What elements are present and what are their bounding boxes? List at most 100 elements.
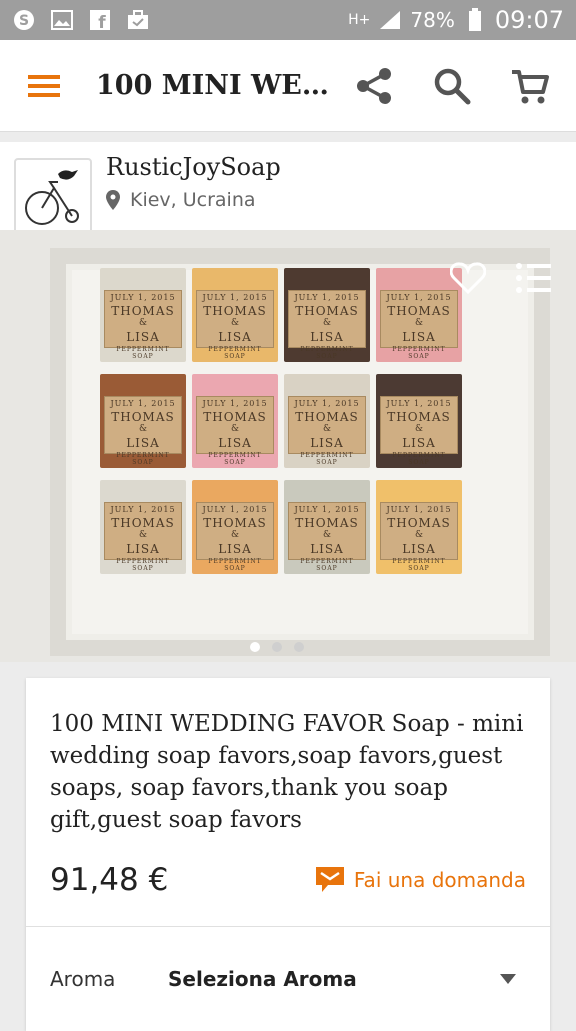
carousel-dot[interactable]	[272, 642, 282, 652]
soap-grid: JULY 1, 2015 THOMAS & LISA PEPPERMINT SOAP JU…	[100, 268, 462, 574]
cart-icon	[512, 69, 549, 103]
page-title: 100 MINI WED…	[96, 70, 336, 101]
shop-header[interactable]: RusticJoySoap Kiev, Ucraina	[0, 142, 576, 236]
soap-label: JULY 1, 2015 THOMAS & LISA PEPPERMINT SOAP	[196, 290, 274, 360]
soap-bar: JULY 1, 2015 THOMAS & LISA PEPPERMINT SOAP	[284, 480, 370, 574]
shop-logo[interactable]	[14, 158, 92, 236]
search-button[interactable]	[422, 56, 482, 116]
cart-button[interactable]	[500, 56, 560, 116]
soap-name-2: LISA	[402, 330, 436, 344]
soap-ampersand: &	[414, 318, 423, 328]
soap-bar: JULY 1, 2015 THOMAS & LISA PEPPERMINT SOAP	[376, 480, 462, 574]
soap-label: JULY 1, 2015 THOMAS & LISA PEPPERMINT SOAP	[104, 396, 182, 466]
soap-date: JULY 1, 2015	[386, 293, 452, 302]
soap-name-2: LISA	[310, 436, 344, 450]
soap-date: JULY 1, 2015	[110, 399, 176, 408]
soap-ampersand: &	[414, 424, 423, 434]
soap-name-2: LISA	[402, 436, 436, 450]
soap-name-2: LISA	[218, 436, 252, 450]
battery-icon	[463, 8, 487, 32]
soap-name-2: LISA	[126, 436, 160, 450]
svg-text:S: S	[19, 13, 29, 29]
soap-ampersand: &	[230, 424, 239, 434]
menu-button[interactable]	[16, 58, 72, 114]
carousel-dots	[250, 642, 304, 652]
soap-subtitle: PEPPERMINT SOAP	[392, 346, 446, 360]
product-card: 100 MINI WEDDING FAVOR Soap - mini weddi…	[26, 678, 550, 1031]
soap-ampersand: &	[138, 424, 147, 434]
battery-level: 78%	[410, 8, 455, 32]
carousel-dot[interactable]	[294, 642, 304, 652]
network-type: H+	[348, 12, 371, 28]
chevron-down-icon	[500, 974, 516, 984]
bicycle-bird-logo-icon	[25, 170, 79, 225]
ask-question-button[interactable]: Fai una domanda	[315, 867, 526, 893]
soap-date: JULY 1, 2015	[202, 505, 268, 514]
carousel-dot[interactable]	[250, 642, 260, 652]
svg-text:f: f	[98, 13, 106, 31]
soap-ampersand: &	[230, 530, 239, 540]
shop-location: Kiev, Ucraina	[106, 189, 281, 211]
hamburger-icon	[28, 74, 60, 97]
gallery-icon	[50, 8, 74, 32]
soap-ampersand: &	[322, 530, 331, 540]
soap-name-2: LISA	[218, 542, 252, 556]
soap-name-2: LISA	[402, 542, 436, 556]
soap-date: JULY 1, 2015	[294, 399, 360, 408]
soap-name-2: LISA	[310, 542, 344, 556]
soap-label: JULY 1, 2015 THOMAS & LISA PEPPERMINT SOAP	[288, 396, 366, 466]
soap-ampersand: &	[138, 318, 147, 328]
soap-date: JULY 1, 2015	[202, 293, 268, 302]
soap-date: JULY 1, 2015	[110, 505, 176, 514]
soap-name-1: THOMAS	[111, 516, 175, 530]
soap-ampersand: &	[414, 530, 423, 540]
favorite-button[interactable]	[448, 258, 488, 298]
soap-label: JULY 1, 2015 THOMAS & LISA PEPPERMINT SOAP	[288, 502, 366, 572]
soap-name-2: LISA	[126, 330, 160, 344]
soap-name-1: THOMAS	[111, 304, 175, 318]
soap-name-1: THOMAS	[111, 410, 175, 424]
product-image-carousel[interactable]: JULY 1, 2015 THOMAS & LISA PEPPERMINT SOAP JU…	[0, 230, 576, 662]
share-button[interactable]	[344, 56, 404, 116]
soap-subtitle: PEPPERMINT SOAP	[208, 346, 262, 360]
soap-label: JULY 1, 2015 THOMAS & LISA PEPPERMINT SOAP	[196, 396, 274, 466]
soap-name-2: LISA	[310, 330, 344, 344]
aroma-select[interactable]: Aroma Seleziona Aroma	[26, 927, 550, 1031]
soap-label: JULY 1, 2015 THOMAS & LISA PEPPERMINT SOAP	[196, 502, 274, 572]
location-pin-icon	[106, 190, 120, 210]
shop-name[interactable]: RusticJoySoap	[106, 153, 281, 181]
soap-label: JULY 1, 2015 THOMAS & LISA PEPPERMINT SOAP	[104, 502, 182, 572]
soap-subtitle: PEPPERMINT SOAP	[116, 346, 170, 360]
chat-bubble-icon	[315, 867, 344, 892]
ask-question-label: Fai una domanda	[353, 868, 526, 892]
clock: 09:07	[494, 6, 564, 34]
soap-date: JULY 1, 2015	[386, 399, 452, 408]
product-title: 100 MINI WEDDING FAVOR Soap - mini weddi…	[50, 711, 524, 833]
soap-subtitle: PEPPERMINT SOAP	[300, 452, 354, 466]
shop-location-text: Kiev, Ucraina	[130, 189, 256, 211]
soap-bar: JULY 1, 2015 THOMAS & LISA PEPPERMINT SOAP	[192, 374, 278, 468]
list-icon	[516, 263, 551, 293]
soap-subtitle: PEPPERMINT SOAP	[392, 558, 446, 572]
soap-subtitle: PEPPERMINT SOAP	[208, 452, 262, 466]
soap-name-1: THOMAS	[295, 304, 359, 318]
soap-bar: JULY 1, 2015 THOMAS & LISA PEPPERMINT SOAP	[100, 480, 186, 574]
soap-ampersand: &	[230, 318, 239, 328]
status-bar: S f H+ 78% 09:07	[0, 0, 576, 40]
soap-bar: JULY 1, 2015 THOMAS & LISA PEPPERMINT SOAP	[376, 374, 462, 468]
aroma-label: Aroma	[50, 967, 116, 991]
soap-name-1: THOMAS	[387, 304, 451, 318]
soap-label: JULY 1, 2015 THOMAS & LISA PEPPERMINT SOAP	[104, 290, 182, 360]
list-options-button[interactable]	[514, 258, 554, 298]
soap-label: JULY 1, 2015 THOMAS & LISA PEPPERMINT SOAP	[380, 502, 458, 572]
soap-subtitle: PEPPERMINT SOAP	[300, 346, 354, 360]
soap-bar: JULY 1, 2015 THOMAS & LISA PEPPERMINT SOAP	[284, 268, 370, 362]
soap-label: JULY 1, 2015 THOMAS & LISA PEPPERMINT SOAP	[288, 290, 366, 360]
search-icon	[434, 68, 471, 104]
soap-subtitle: PEPPERMINT SOAP	[116, 452, 170, 466]
soap-name-1: THOMAS	[203, 304, 267, 318]
aroma-value: Seleziona Aroma	[168, 967, 357, 991]
soap-ampersand: &	[322, 318, 331, 328]
signal-icon	[378, 8, 402, 32]
soap-date: JULY 1, 2015	[294, 293, 360, 302]
